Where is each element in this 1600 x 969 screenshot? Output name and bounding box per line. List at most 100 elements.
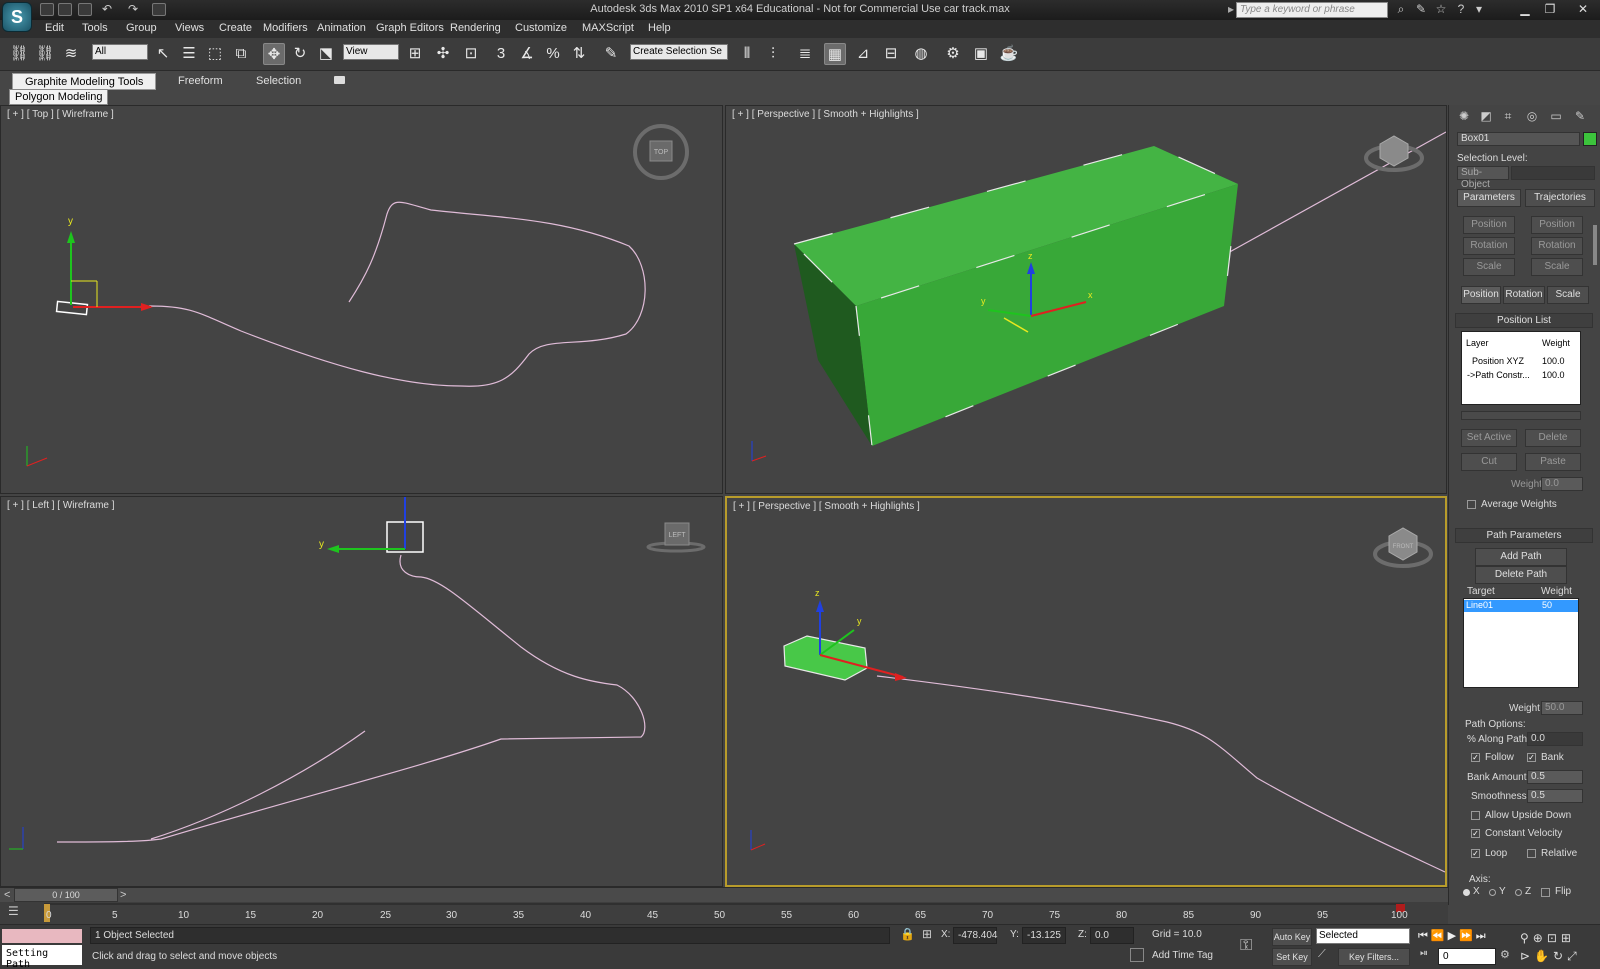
select-and-rotate-icon[interactable]: ↻ — [289, 43, 311, 65]
schematic-view-icon[interactable]: ⊟ — [880, 43, 902, 65]
follow-checkbox[interactable]: ✓ — [1471, 753, 1480, 762]
axis-z-radio[interactable] — [1515, 889, 1522, 896]
window-crossing-icon[interactable]: ⧉ — [230, 43, 252, 65]
menu-rendering[interactable]: Rendering — [450, 22, 501, 34]
named-selection-dropdown[interactable]: Create Selection Se — [630, 44, 728, 60]
prs-row-rotation[interactable]: Rotation — [1503, 286, 1545, 304]
material-editor-icon[interactable]: ◍ — [910, 43, 932, 65]
menu-graph-editors[interactable]: Graph Editors — [376, 22, 444, 34]
position-list-table[interactable]: Layer Weight Position XYZ 100.0 ->Path C… — [1461, 331, 1581, 405]
align-icon[interactable]: ⫶ — [762, 43, 784, 65]
spinner-snap-icon[interactable]: ⇅ — [568, 43, 590, 65]
add-path-button[interactable]: Add Path — [1475, 548, 1567, 566]
paste-button[interactable]: Paste — [1525, 453, 1581, 471]
select-and-link-icon[interactable]: ⛓ — [8, 43, 30, 65]
tab-graphite-modeling-tools[interactable]: Graphite Modeling Tools — [12, 73, 157, 90]
menu-animation[interactable]: Animation — [317, 22, 366, 34]
menu-tools[interactable]: Tools — [82, 22, 108, 34]
layer-name-field[interactable] — [1461, 411, 1581, 420]
application-logo-icon[interactable]: S — [2, 2, 32, 32]
modify-tab-icon[interactable]: ◩ — [1477, 109, 1495, 124]
absolute-mode-icon[interactable]: ⊞ — [922, 927, 938, 944]
average-weights-checkbox[interactable] — [1467, 500, 1476, 509]
maxscript-listener-swatch[interactable] — [2, 929, 82, 943]
selection-filter-dropdown[interactable]: All — [92, 44, 148, 60]
help-search-input[interactable]: Type a keyword or phrase — [1236, 2, 1388, 18]
key-set-dropdown[interactable]: Selected — [1316, 928, 1410, 944]
smoothness-field[interactable]: 0.5 — [1527, 789, 1583, 803]
next-frame-icon[interactable]: ⏩ — [1459, 930, 1476, 942]
time-slider-prev[interactable]: < — [4, 889, 10, 901]
tab-parameters[interactable]: Parameters — [1457, 189, 1521, 207]
render-setup-icon[interactable]: ⚙ — [942, 43, 964, 65]
prs-row-scale[interactable]: Scale — [1547, 286, 1589, 304]
rectangular-region-icon[interactable]: ⬚ — [204, 43, 226, 65]
unlink-icon[interactable]: ⛓ — [34, 43, 56, 65]
maxscript-mini-listener[interactable]: Setting Path — [2, 945, 82, 969]
path-spline[interactable] — [876, 675, 1445, 873]
zoom-extents-all-icon[interactable]: ⊞ — [1561, 931, 1575, 945]
constant-velocity-checkbox[interactable]: ✓ — [1471, 829, 1480, 838]
layer-manager-icon[interactable]: ≣ — [794, 43, 816, 65]
panel-polygon-modeling[interactable]: Polygon Modeling — [9, 89, 109, 105]
y-coord-field[interactable]: -13.125 — [1022, 927, 1066, 944]
select-object-icon[interactable]: ↖ — [152, 43, 174, 65]
menu-views[interactable]: Views — [175, 22, 204, 34]
pan-icon[interactable]: ✋ — [1534, 949, 1553, 963]
render-production-icon[interactable]: ☕ — [998, 43, 1020, 65]
selection-lock-icon[interactable]: 🔒 — [900, 927, 916, 944]
zoom-extents-icon[interactable]: ⊡ — [1547, 931, 1561, 945]
menu-create[interactable]: Create — [219, 22, 252, 34]
bind-to-space-warp-icon[interactable]: ≋ — [60, 43, 82, 65]
prs-right-position[interactable]: Position — [1531, 216, 1583, 234]
menu-customize[interactable]: Customize — [515, 22, 567, 34]
previous-frame-icon[interactable]: ⏪ — [1431, 930, 1448, 942]
path-spline[interactable] — [56, 554, 646, 843]
x-coord-field[interactable]: -478.404 — [953, 927, 997, 944]
viewcube-icon[interactable] — [1379, 135, 1409, 167]
select-by-name-icon[interactable]: ☰ — [178, 43, 200, 65]
rendered-frame-window-icon[interactable]: ▣ — [970, 43, 992, 65]
ribbon-minimize-icon[interactable] — [334, 76, 345, 84]
prs-left-position[interactable]: Position — [1463, 216, 1515, 234]
search-icon[interactable]: ⌕ — [1392, 2, 1410, 17]
axis-x-radio[interactable] — [1463, 889, 1470, 896]
menu-group[interactable]: Group — [126, 22, 157, 34]
add-time-tag[interactable]: Add Time Tag — [1152, 950, 1213, 961]
graphite-toggle-icon[interactable]: ▦ — [824, 43, 846, 65]
current-frame-field[interactable]: 0 — [1438, 948, 1496, 965]
bank-amount-field[interactable]: 0.5 — [1527, 770, 1583, 784]
path-weight-field[interactable]: 50.0 — [1541, 701, 1583, 715]
object-color-swatch[interactable] — [1583, 132, 1597, 146]
reference-coordinate-dropdown[interactable]: View — [343, 44, 399, 60]
viewport-left[interactable]: y LEFT [ + ] [ Left ] [ Wireframe ] — [0, 496, 723, 887]
keyboard-shortcut-toggle-icon[interactable]: ⊡ — [460, 43, 482, 65]
hierarchy-tab-icon[interactable]: ⌗ — [1499, 109, 1517, 124]
viewport-perspective-1-label[interactable]: [ + ] [ Perspective ] [ Smooth + Highlig… — [732, 109, 919, 120]
viewport-top[interactable]: y TOP [ + ] [ Top ] [ Wireframe ] — [0, 105, 723, 494]
allow-upside-down-checkbox[interactable] — [1471, 811, 1480, 820]
prs-right-rotation[interactable]: Rotation — [1531, 237, 1583, 255]
display-tab-icon[interactable]: ▭ — [1547, 109, 1565, 124]
path-list-row[interactable]: Line01 50 — [1464, 600, 1578, 612]
tab-trajectories[interactable]: Trajectories — [1525, 189, 1595, 207]
tab-selection[interactable]: Selection — [244, 73, 313, 90]
create-tab-icon[interactable]: ✺ — [1455, 109, 1473, 124]
viewport-perspective-2[interactable]: z y FRONT [ + ] [ Perspective ] [ Smooth… — [725, 496, 1447, 887]
select-and-scale-icon[interactable]: ⬔ — [315, 43, 337, 65]
viewport-left-label[interactable]: [ + ] [ Left ] [ Wireframe ] — [7, 500, 115, 511]
time-slider-thumb[interactable]: 0 / 100 — [14, 888, 118, 902]
time-slider-next[interactable]: > — [120, 889, 126, 901]
bank-checkbox[interactable]: ✓ — [1527, 753, 1536, 762]
key-mode-toggle-icon[interactable]: ⏯ — [1420, 948, 1434, 964]
command-panel-scrollbar[interactable] — [1593, 225, 1597, 265]
loop-checkbox[interactable]: ✓ — [1471, 849, 1480, 858]
path-spline-end[interactable] — [150, 730, 366, 840]
car-box[interactable] — [783, 635, 868, 681]
prs-left-rotation[interactable]: Rotation — [1463, 237, 1515, 255]
position-list-rollout[interactable]: Position List — [1455, 313, 1593, 328]
prs-left-scale[interactable]: Scale — [1463, 258, 1515, 276]
along-path-field[interactable]: 0.0 — [1527, 732, 1583, 746]
set-key-button[interactable]: Set Key — [1272, 948, 1312, 966]
path-spline[interactable] — [132, 201, 646, 387]
